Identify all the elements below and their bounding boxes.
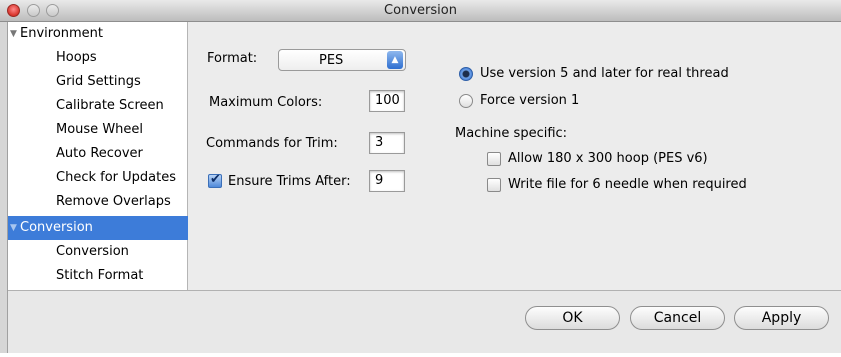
sidebar: ▼ Environment Hoops Grid Settings Calibr…: [8, 22, 188, 290]
sidebar-item-stitch-format[interactable]: Stitch Format: [8, 264, 188, 288]
format-value: PES: [319, 53, 344, 68]
force-version-1-label: Force version 1: [480, 93, 580, 108]
six-needle-checkbox[interactable]: [487, 178, 501, 192]
window-left-edge: [0, 22, 8, 353]
ok-button[interactable]: OK: [525, 306, 620, 330]
max-colors-label: Maximum Colors:: [209, 95, 323, 110]
sidebar-item-label: Calibrate Screen: [56, 98, 164, 113]
max-colors-field[interactable]: 100: [369, 90, 405, 112]
sidebar-item-conversion[interactable]: Conversion: [8, 240, 188, 264]
sidebar-item-hoops[interactable]: Hoops: [8, 46, 188, 70]
sidebar-item-label: Mouse Wheel: [56, 122, 144, 137]
sidebar-item-auto-recover[interactable]: Auto Recover: [8, 142, 188, 166]
allow-180x300-hoop-checkbox[interactable]: [487, 152, 501, 166]
ensure-trims-field[interactable]: 9: [369, 170, 405, 192]
sidebar-item-remove-overlaps[interactable]: Remove Overlaps: [8, 190, 188, 214]
apply-button[interactable]: Apply: [734, 306, 829, 330]
sidebar-item-calibrate-screen[interactable]: Calibrate Screen: [8, 94, 188, 118]
sidebar-item-label: Grid Settings: [56, 74, 141, 89]
sidebar-item-label: Remove Overlaps: [56, 194, 171, 209]
commands-trim-label: Commands for Trim:: [206, 136, 338, 151]
sidebar-item-label: Conversion: [20, 220, 93, 235]
allow-180x300-hoop-label: Allow 180 x 300 hoop (PES v6): [508, 151, 708, 166]
sidebar-item-label: Hoops: [56, 50, 97, 65]
disclosure-triangle-icon[interactable]: ▼: [10, 22, 17, 46]
format-popup[interactable]: PES ▲︎: [278, 49, 406, 71]
sidebar-item-label: Auto Recover: [56, 146, 143, 161]
disclosure-triangle-icon[interactable]: ▼: [10, 216, 17, 240]
sidebar-item-label: Environment: [20, 26, 104, 41]
sidebar-item-label: Check for Updates: [56, 170, 176, 185]
ensure-trims-checkbox[interactable]: [208, 172, 222, 188]
use-version-5-radio[interactable]: [459, 67, 473, 81]
window-bottom-edge: [0, 353, 841, 357]
force-version-1-radio[interactable]: [459, 94, 473, 108]
popup-arrows-icon: ▲︎: [387, 51, 403, 69]
title-bar: Conversion: [0, 0, 841, 22]
ensure-trims-label: Ensure Trims After:: [228, 174, 351, 189]
machine-specific-label: Machine specific:: [455, 126, 568, 141]
use-version-5-label: Use version 5 and later for real thread: [480, 66, 729, 81]
sidebar-item-label: Stitch Format: [56, 268, 144, 283]
sidebar-item-conversion-group[interactable]: ▼ Conversion: [8, 216, 188, 240]
cancel-button[interactable]: Cancel: [630, 306, 725, 330]
sidebar-item-environment[interactable]: ▼ Environment: [8, 22, 188, 46]
sidebar-item-grid-settings[interactable]: Grid Settings: [8, 70, 188, 94]
sidebar-item-mouse-wheel[interactable]: Mouse Wheel: [8, 118, 188, 142]
sidebar-item-label: Conversion: [56, 244, 129, 259]
six-needle-label: Write file for 6 needle when required: [508, 177, 747, 192]
sidebar-item-check-for-updates[interactable]: Check for Updates: [8, 166, 188, 190]
window-title: Conversion: [384, 3, 457, 18]
commands-trim-field[interactable]: 3: [369, 132, 405, 154]
format-label: Format:: [207, 51, 258, 66]
